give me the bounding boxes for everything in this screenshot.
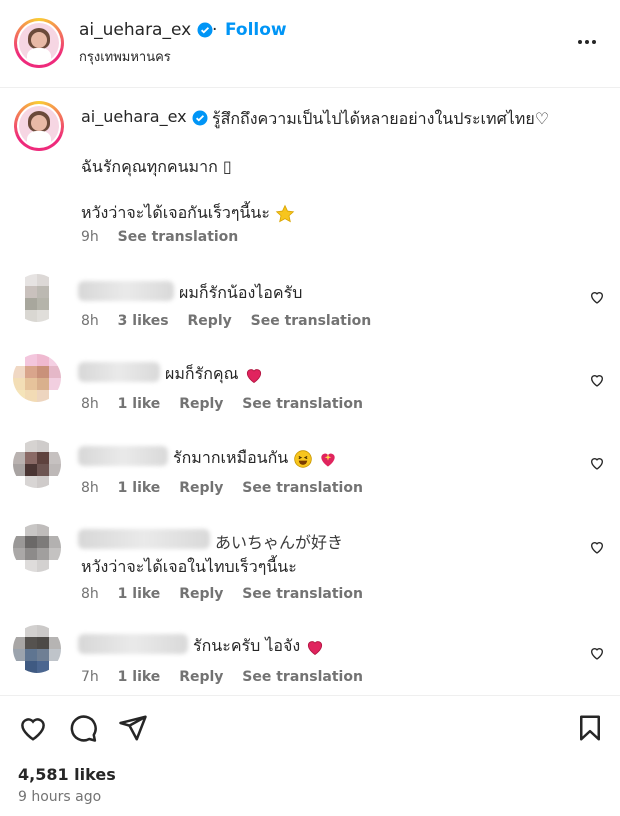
profile-avatar[interactable] (14, 18, 64, 68)
verified-badge-icon (197, 22, 213, 38)
comment-avatar[interactable] (13, 440, 61, 488)
comment-like-heart-icon[interactable] (589, 645, 605, 661)
save-bookmark-icon[interactable] (575, 713, 605, 743)
header-username-text[interactable]: ai_uehara_ex (79, 20, 191, 40)
comment-text: รักมากเหมือนกัน (173, 448, 289, 467)
comment-meta: 8h 1 like Reply See translation (81, 480, 377, 496)
share-paper-plane-icon[interactable] (118, 713, 148, 743)
comment-time: 7h (81, 669, 99, 685)
header-separator: · (212, 20, 218, 40)
comment-username-blurred[interactable] (78, 634, 188, 654)
comment-time: 8h (81, 396, 99, 412)
comment-text: รักนะครับ ไอจัง (193, 636, 301, 655)
comment-likes[interactable]: 1 like (118, 396, 161, 412)
comment-text-top: あいちゃんが好き (215, 533, 344, 552)
comment-text-row: รักนะครับ ไอจัง (193, 634, 325, 659)
post-header: ai_uehara_ex · Follow กรุงเทพมหานคร (0, 0, 620, 88)
comment-text: หวังว่าจะได้เจอในไทบเร็วๆนี้นะ (81, 557, 297, 576)
comment-meta: 8h 1 like Reply See translation (81, 396, 377, 412)
red-heart-emoji-icon (308, 640, 323, 655)
caption-username[interactable]: ai_uehara_ex (81, 107, 208, 126)
comment-text: ผมก็รักคุณ (165, 364, 239, 383)
comment-avatar[interactable] (13, 274, 61, 322)
comment-avatar[interactable] (13, 625, 61, 673)
caption-avatar[interactable] (14, 101, 64, 151)
caption-line-1: รู้สึกถึงความเป็นไปได้หลายอย่างในประเทศไ… (212, 109, 550, 128)
comment-likes[interactable]: 1 like (118, 669, 161, 685)
comment-username-blurred[interactable] (78, 281, 174, 301)
comment-reply-button[interactable]: Reply (179, 480, 223, 496)
follow-button[interactable]: Follow (225, 20, 287, 40)
comment-reply-button[interactable]: Reply (179, 396, 223, 412)
comment-meta: 7h 1 like Reply See translation (81, 669, 377, 685)
comment-username-blurred[interactable] (78, 362, 160, 382)
header-username[interactable]: ai_uehara_ex (79, 20, 213, 40)
caption-line-3-text: หวังว่าจะได้เจอกันเร็วๆนี้นะ (81, 203, 270, 222)
comment-avatar[interactable] (13, 524, 61, 572)
comment-likes[interactable]: 1 like (118, 480, 161, 496)
sparkling-heart-emoji-icon (321, 453, 336, 466)
caption-time: 9h (81, 229, 99, 245)
comment-reply-button[interactable]: Reply (179, 586, 223, 602)
comment-time: 8h (81, 480, 99, 496)
comment-reply-button[interactable]: Reply (188, 313, 232, 329)
comment-like-heart-icon[interactable] (589, 539, 605, 555)
comment-time: 8h (81, 313, 99, 329)
caption-username-text[interactable]: ai_uehara_ex (81, 107, 187, 126)
comment-see-translation[interactable]: See translation (242, 586, 363, 602)
comment-username-blurred[interactable] (78, 529, 210, 549)
comment-see-translation[interactable]: See translation (242, 480, 363, 496)
caption-meta: 9h See translation (81, 229, 252, 245)
like-heart-icon[interactable] (18, 713, 48, 743)
comment-likes[interactable]: 1 like (118, 586, 161, 602)
comment-see-translation[interactable]: See translation (242, 396, 363, 412)
caption-see-translation[interactable]: See translation (118, 229, 239, 245)
comment-reply-button[interactable]: Reply (179, 669, 223, 685)
comment-text-row: รักมากเหมือนกัน (173, 446, 338, 471)
comment-see-translation[interactable]: See translation (242, 669, 363, 685)
comment-meta: 8h 1 like Reply See translation (81, 586, 377, 602)
comment-like-heart-icon[interactable] (589, 372, 605, 388)
comment-time: 8h (81, 586, 99, 602)
comment-like-heart-icon[interactable] (589, 455, 605, 471)
comment-meta: 8h 3 likes Reply See translation (81, 313, 385, 329)
comment-likes[interactable]: 3 likes (118, 313, 169, 329)
star-emoji-icon (275, 204, 295, 222)
verified-badge-icon (192, 110, 208, 125)
more-options-icon[interactable] (575, 30, 599, 54)
comment-text-row: ผมก็รักคุณ (165, 362, 264, 387)
post-timestamp: 9 hours ago (18, 789, 102, 805)
post-likes-count[interactable]: 4,581 likes (18, 765, 116, 784)
location-link[interactable]: กรุงเทพมหานคร (79, 46, 171, 67)
comment-avatar[interactable] (13, 354, 61, 402)
laughing-face-emoji-icon (294, 449, 313, 468)
comment-username-blurred[interactable] (78, 446, 168, 466)
caption-line-3: หวังว่าจะได้เจอกันเร็วๆนี้นะ (81, 201, 295, 226)
red-heart-emoji-icon (246, 368, 261, 383)
caption-line-2: ฉันรักคุณทุกคนมาก ▯ (81, 157, 232, 176)
comment-like-heart-icon[interactable] (589, 289, 605, 305)
comment-see-translation[interactable]: See translation (251, 313, 372, 329)
comment-bubble-icon[interactable] (68, 713, 98, 743)
comment-text: ผมก็รักน้องไอครับ (179, 283, 303, 302)
